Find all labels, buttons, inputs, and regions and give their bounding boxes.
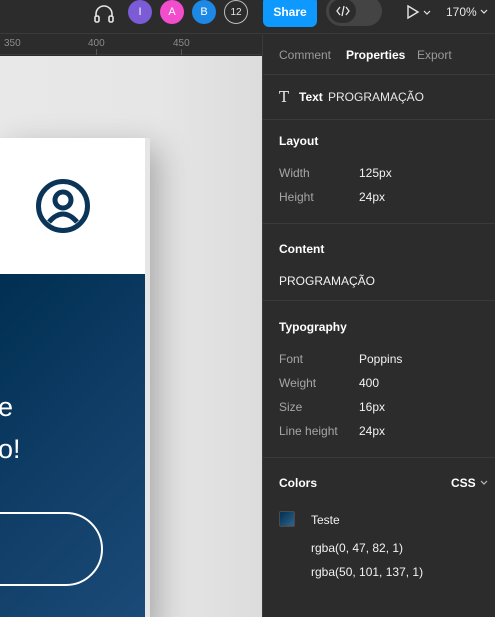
play-icon <box>407 4 431 20</box>
property-label: Weight <box>279 376 317 390</box>
property-label: Font <box>279 352 304 366</box>
hero-text-line[interactable]: e <box>0 392 13 423</box>
property-label: Size <box>279 400 303 414</box>
zoom-dropdown[interactable]: 170% <box>446 2 488 22</box>
property-label: Height <box>279 190 314 204</box>
ruler-label: 450 <box>173 38 190 49</box>
typography-section: Typography Font Poppins Weight 400 Size … <box>263 302 495 458</box>
property-value[interactable]: 125px <box>359 166 392 180</box>
color-swatch[interactable] <box>279 511 295 527</box>
hero-text-line[interactable]: o! <box>0 434 21 465</box>
ruler-tick <box>181 49 182 55</box>
avatar-i[interactable]: I <box>128 0 152 24</box>
zoom-label: 170% <box>446 5 477 19</box>
tab-comment[interactable]: Comment <box>279 48 331 62</box>
tab-export[interactable]: Export <box>417 48 452 62</box>
content-value[interactable]: PROGRAMAÇÃO <box>279 274 375 288</box>
outline-button[interactable] <box>0 512 103 586</box>
dev-mode-toggle[interactable] <box>326 0 382 26</box>
ruler-tick <box>96 49 97 55</box>
chevron-down-icon <box>480 480 488 485</box>
avatar-b[interactable]: B <box>192 0 216 24</box>
section-title: Content <box>279 242 325 256</box>
avatar-initial: I <box>138 6 142 18</box>
color-style-name[interactable]: Teste <box>311 513 340 527</box>
property-label: Width <box>279 166 310 180</box>
color-value[interactable]: rgba(50, 101, 137, 1) <box>311 565 423 579</box>
headphones-icon[interactable] <box>92 2 116 26</box>
property-value[interactable]: Poppins <box>359 352 402 366</box>
ruler-label: 350 <box>4 38 21 49</box>
avatar-initial: A <box>168 6 176 18</box>
avatar-initial: B <box>200 6 208 18</box>
present-button[interactable] <box>402 2 436 22</box>
color-value[interactable]: rgba(0, 47, 82, 1) <box>311 541 403 555</box>
layer-name: PROGRAMAÇÃO <box>328 90 425 104</box>
property-value[interactable]: 16px <box>359 400 385 414</box>
text-layer-icon: T <box>279 88 290 106</box>
inspect-panel: Comment Properties Export T Text PROGRAM… <box>262 35 495 617</box>
color-format-label: CSS <box>451 476 476 490</box>
design-canvas[interactable]: e o! <box>0 56 262 617</box>
app-window: I A B 12 Share 170% 350 400 450 e o! Com… <box>0 0 495 617</box>
property-value[interactable]: 24px <box>359 190 385 204</box>
top-toolbar: I A B 12 Share 170% <box>0 0 495 34</box>
collaborator-count-badge[interactable]: 12 <box>224 0 248 24</box>
share-button[interactable]: Share <box>263 0 317 27</box>
horizontal-ruler: 350 400 450 <box>0 35 262 55</box>
property-label: Line height <box>279 424 338 438</box>
property-value[interactable]: 24px <box>359 424 385 438</box>
tab-properties[interactable]: Properties <box>346 48 405 62</box>
layer-type: Text <box>299 90 323 104</box>
avatar-a[interactable]: A <box>160 0 184 24</box>
share-label: Share <box>273 4 307 19</box>
color-format-dropdown[interactable]: CSS <box>451 476 488 490</box>
layout-section: Layout Width 125px Height 24px <box>263 121 495 224</box>
section-title: Colors <box>279 476 318 490</box>
section-title: Typography <box>279 320 347 334</box>
user-circle-icon[interactable] <box>35 178 91 234</box>
code-icon <box>329 0 356 23</box>
ruler-label: 400 <box>88 38 105 49</box>
content-section: Content PROGRAMAÇÃO <box>263 225 495 301</box>
section-title: Layout <box>279 134 319 148</box>
property-value[interactable]: 400 <box>359 376 379 390</box>
chevron-down-icon <box>480 9 488 14</box>
colors-section: Colors CSS Teste rgba(0, 47, 82, 1) rgba… <box>263 459 495 617</box>
collaborator-count: 12 <box>230 6 242 18</box>
panel-tabs: Comment Properties Export <box>263 35 495 75</box>
